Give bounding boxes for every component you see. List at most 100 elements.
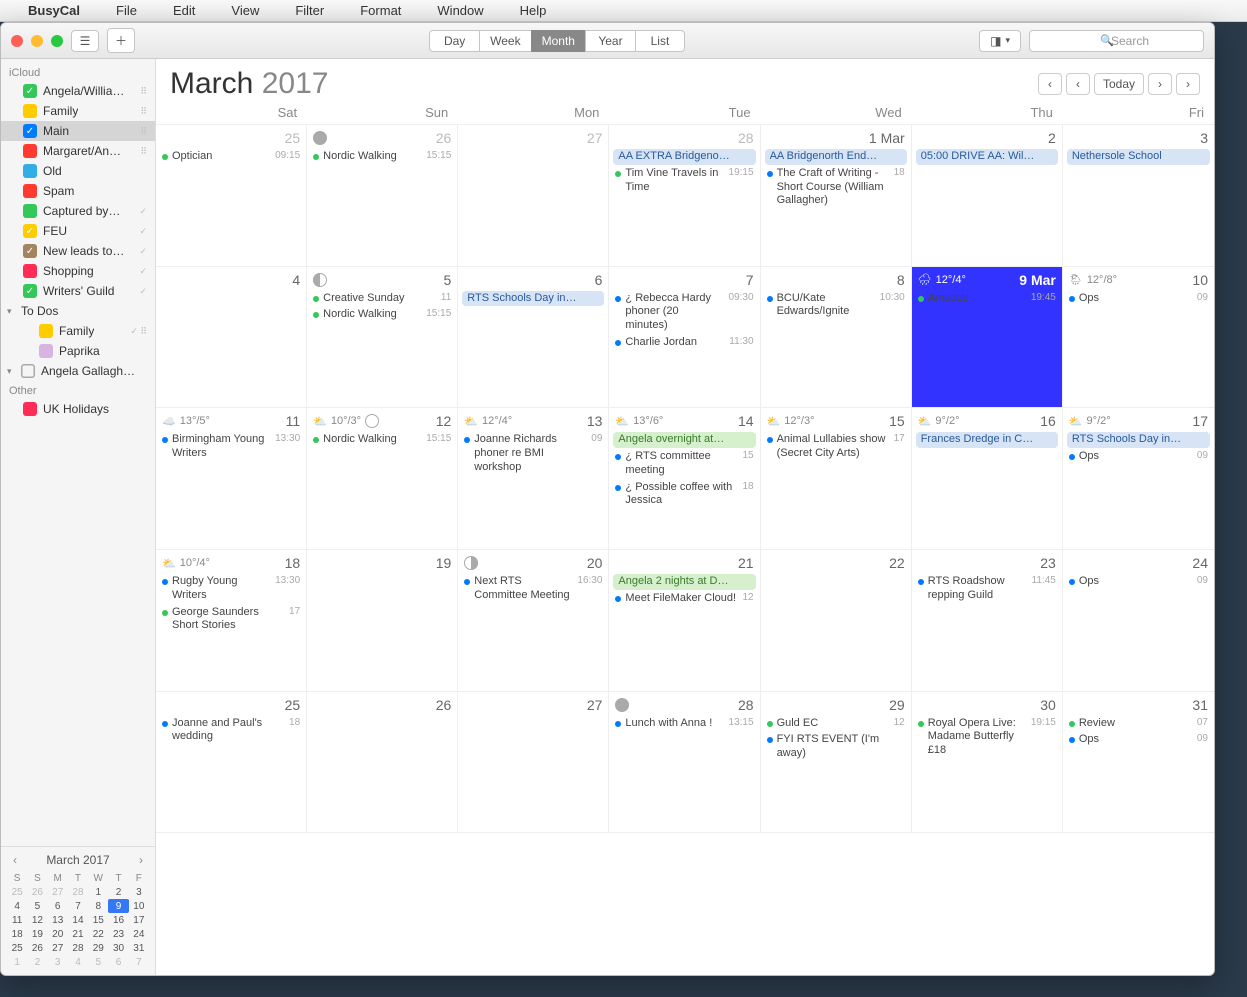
minical-day[interactable]: 30 [108,941,128,955]
calendar-event[interactable]: Joanne Richards phoner re BMI workshop09 [462,432,604,475]
day-cell[interactable]: ☁️13°/5°11Birmingham Young Writers13:30 [156,408,307,550]
calendar-event[interactable]: Review07 [1067,716,1210,732]
menu-format[interactable]: Format [360,3,401,18]
minical-day[interactable]: 31 [129,941,149,955]
calendar-event[interactable]: AA EXTRA Bridgeno… [613,149,755,165]
minical-day[interactable]: 2 [27,955,47,969]
calendar-event[interactable]: Nethersole School [1067,149,1210,165]
minimize-window-button[interactable] [31,35,43,47]
calendar-list-item[interactable]: ✓Writers' Guild✓ [1,281,155,301]
minical-day[interactable]: 13 [48,913,68,927]
minical-day[interactable]: 27 [48,941,68,955]
calendar-event[interactable]: Tim Vine Travels in Time19:15 [613,166,755,196]
sidebar-section-to-dos[interactable]: ▾To Dos [1,301,155,321]
today-button[interactable]: Today [1094,73,1144,95]
day-cell[interactable]: 29Guld EC12FYI RTS EVENT (I'm away) [761,692,912,834]
calendar-event[interactable]: Meet FileMaker Cloud!12 [613,591,755,607]
minical-day[interactable]: 9 [108,899,128,913]
calendar-list-item[interactable]: ✓FEU✓ [1,221,155,241]
day-cell[interactable]: 27 [458,125,609,267]
day-cell[interactable]: ⛅9°/2°17RTS Schools Day in…Ops09 [1063,408,1214,550]
view-day-tab[interactable]: Day [429,30,479,52]
minical-day[interactable]: 25 [7,885,27,899]
day-cell[interactable]: 27 [458,692,609,834]
minical-day[interactable]: 28 [68,885,88,899]
menu-filter[interactable]: Filter [295,3,324,18]
calendar-event[interactable]: 05:00 DRIVE AA: Wil… [916,149,1058,165]
calendar-event[interactable]: RTS Roadshow repping Guild11:45 [916,574,1058,604]
day-cell[interactable]: 21Angela 2 nights at D…Meet FileMaker Cl… [609,550,760,692]
minical-day[interactable]: 7 [68,899,88,913]
sidebar-section-angela-gallagh-[interactable]: ▾Angela Gallagh… [1,361,155,381]
minical-day[interactable]: 18 [7,927,27,941]
minical-day[interactable]: 6 [48,899,68,913]
minical-day[interactable]: 11 [7,913,27,927]
calendar-event[interactable]: AA Bridgenorth End… [765,149,907,165]
day-cell[interactable]: 205:00 DRIVE AA: Wil… [912,125,1063,267]
calendar-list-item[interactable]: Family⠿ [1,101,155,121]
calendar-list-item[interactable]: Shopping✓ [1,261,155,281]
calendar-event[interactable]: ¿ Rebecca Hardy phoner (20 minutes)09:30 [613,291,755,334]
day-cell[interactable]: 24Ops09 [1063,550,1214,692]
minical-prev-button[interactable]: ‹ [7,853,23,867]
minical-day[interactable]: 25 [7,941,27,955]
menu-window[interactable]: Window [437,3,483,18]
next-week-button[interactable]: › [1148,73,1172,95]
minical-day[interactable]: 2 [108,885,128,899]
calendar-event[interactable]: Charlie Jordan11:30 [613,335,755,351]
day-cell[interactable]: ⛅13°/6°14Angela overnight at…¿ RTS commi… [609,408,760,550]
day-cell[interactable]: 25Joanne and Paul's wedding18 [156,692,307,834]
mini-calendar[interactable]: ‹ March 2017 › SSMTWTF252627281234567891… [1,846,155,975]
zoom-window-button[interactable] [51,35,63,47]
minical-day[interactable]: 23 [108,927,128,941]
minical-day[interactable]: 26 [27,885,47,899]
minical-day[interactable]: 26 [27,941,47,955]
calendar-event[interactable]: Ops09 [1067,574,1210,590]
view-list-tab[interactable]: List [635,30,685,52]
minical-day[interactable]: 29 [88,941,108,955]
calendar-event[interactable]: FYI RTS EVENT (I'm away) [765,732,907,762]
minical-day[interactable]: 10 [129,899,149,913]
calendar-list-item[interactable]: Margaret/An…⠿ [1,141,155,161]
calendar-event[interactable]: Nordic Walking15:15 [311,432,453,448]
day-cell[interactable]: ⛅12°/3°15Animal Lullabies show (Secret C… [761,408,912,550]
day-cell[interactable]: 26Nordic Walking15:15 [307,125,458,267]
calendar-event[interactable]: RTS Schools Day in… [1067,432,1210,448]
minical-day[interactable]: 5 [27,899,47,913]
minical-day[interactable]: 15 [88,913,108,927]
minical-day[interactable]: 1 [7,955,27,969]
calendar-event[interactable]: Ops09 [1067,732,1210,748]
day-cell[interactable]: 25Optician09:15 [156,125,307,267]
minical-day[interactable]: 6 [108,955,128,969]
calendar-event[interactable]: RTS Schools Day in… [462,291,604,307]
day-cell[interactable]: 🌦12°/8°10Ops09 [1063,267,1214,409]
calendar-event[interactable]: BCU/Kate Edwards/Ignite10:30 [765,291,907,321]
day-cell[interactable]: 26 [307,692,458,834]
day-cell[interactable]: ⛅9°/2°16Frances Dredge in C… [912,408,1063,550]
minical-day[interactable]: 22 [88,927,108,941]
prev-month-button[interactable]: ‹ [1038,73,1062,95]
minical-day[interactable]: 16 [108,913,128,927]
calendar-event[interactable]: George Saunders Short Stories17 [160,605,302,635]
day-cell[interactable]: 8BCU/Kate Edwards/Ignite10:30 [761,267,912,409]
minical-day[interactable]: 24 [129,927,149,941]
menu-help[interactable]: Help [520,3,547,18]
close-window-button[interactable] [11,35,23,47]
calendar-event[interactable]: Angela 2 nights at D… [613,574,755,590]
calendar-event[interactable]: The Craft of Writing - Short Course (Wil… [765,166,907,209]
view-month-tab[interactable]: Month [531,30,585,52]
search-input[interactable]: Search [1029,30,1204,52]
calendar-event[interactable]: Lunch with Anna !13:15 [613,716,755,732]
day-cell[interactable]: 5Creative Sunday11Nordic Walking15:15 [307,267,458,409]
day-cell[interactable]: 31Review07Ops09 [1063,692,1214,834]
day-cell[interactable]: 30Royal Opera Live: Madame Butterfly £18… [912,692,1063,834]
day-cell[interactable]: ⛅12°/4°13Joanne Richards phoner re BMI w… [458,408,609,550]
calendar-list-item[interactable]: Spam [1,181,155,201]
menu-edit[interactable]: Edit [173,3,195,18]
minical-day[interactable]: 12 [27,913,47,927]
calendar-event[interactable]: Amedee19:45 [916,291,1058,307]
minical-day[interactable]: 17 [129,913,149,927]
day-cell[interactable]: ⛅10°/4°18Rugby Young Writers13:30George … [156,550,307,692]
calendar-event[interactable]: Nordic Walking15:15 [311,307,453,323]
day-cell[interactable]: ⛅10°/3°12Nordic Walking15:15 [307,408,458,550]
